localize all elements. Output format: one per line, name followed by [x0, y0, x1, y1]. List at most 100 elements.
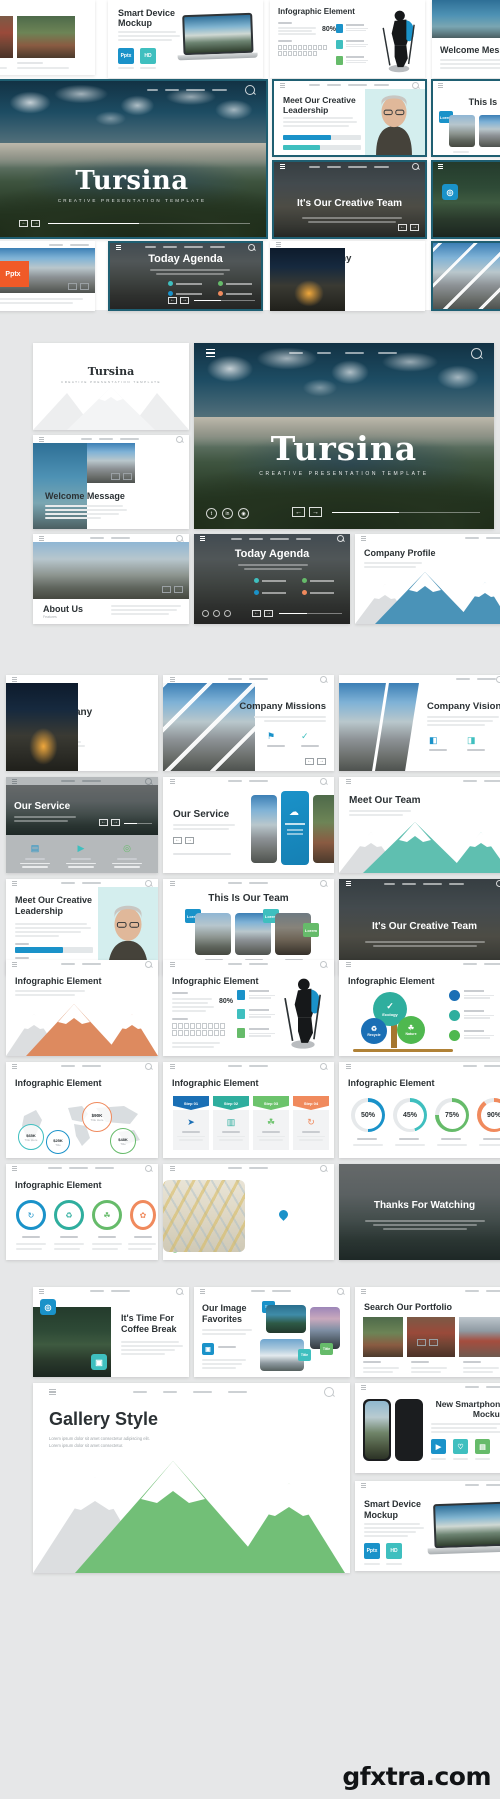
nav-links[interactable] [464, 537, 500, 539]
search-icon[interactable] [496, 675, 500, 683]
nav-links[interactable] [227, 882, 268, 884]
search-icon[interactable] [320, 879, 328, 887]
hamburger-icon[interactable] [361, 1384, 367, 1390]
search-icon[interactable] [320, 1062, 328, 1070]
nav-links[interactable] [456, 678, 497, 680]
slide-this-is-our-team-top[interactable]: This Is Our Team Lorem [431, 79, 500, 157]
nav-links[interactable] [61, 963, 101, 965]
slide-arrows[interactable]: ←→ [98, 756, 119, 763]
slide-about-company[interactable]: About Company f◉✦in ←→ [6, 675, 158, 771]
slide-welcome-top[interactable]: Welcome Message [432, 0, 500, 78]
hamburger-icon[interactable] [169, 880, 175, 886]
social-icons[interactable]: t in ◉ [206, 508, 249, 519]
progress-bar[interactable] [124, 823, 152, 824]
slide-arrows[interactable]: ←→ [398, 299, 419, 306]
slide-about-us[interactable]: ← → About Us Features [33, 534, 189, 624]
search-icon[interactable] [496, 880, 500, 887]
slide-welcome-message[interactable]: ← → Welcome Message [33, 435, 189, 529]
hamburger-icon[interactable] [39, 436, 45, 442]
slide-arrows[interactable]: ←→ [68, 283, 89, 290]
hamburger-icon[interactable] [169, 961, 175, 967]
progress-bar[interactable] [194, 300, 255, 301]
slide-info-circles[interactable]: Infographic Element ↻ ♻ ☘ ✿ [6, 1164, 158, 1260]
hamburger-icon[interactable] [345, 881, 351, 886]
nav-links[interactable] [308, 165, 389, 168]
slide-arrows[interactable]: ←→ [111, 473, 132, 480]
slide-arrows[interactable]: ←→ [417, 1339, 438, 1346]
hamburger-icon[interactable] [345, 961, 351, 967]
slide-arrows[interactable]: ←→ [252, 610, 273, 617]
hamburger-icon[interactable] [361, 535, 367, 541]
nav-links[interactable] [61, 882, 101, 884]
search-icon[interactable] [324, 1387, 335, 1397]
hamburger-icon[interactable] [169, 676, 175, 682]
slide-company-missions[interactable]: Company Missions ⚑ ✓ ← → [163, 675, 334, 771]
hamburger-icon[interactable] [39, 1288, 45, 1294]
search-icon[interactable] [320, 1164, 328, 1172]
search-icon[interactable] [336, 1287, 344, 1295]
slide-coffee-break[interactable]: ◎ ▣ It's Time For Coffee Break [33, 1287, 189, 1377]
hamburger-icon[interactable] [39, 535, 45, 541]
slide-gallery-style[interactable]: Gallery Style Lorem ipsum dolor sit amet… [33, 1383, 350, 1573]
hamburger-icon[interactable] [276, 242, 282, 247]
search-icon[interactable] [336, 535, 344, 542]
nav-links[interactable] [227, 1167, 268, 1169]
nav-links[interactable] [49, 243, 89, 246]
nav-links[interactable] [463, 963, 500, 965]
progress-bar[interactable] [279, 613, 342, 614]
hamburger-icon[interactable] [345, 778, 351, 784]
hamburger-icon[interactable] [345, 1063, 351, 1069]
slide-arrows[interactable]: ←→ [162, 586, 183, 593]
hamburger-icon[interactable] [280, 164, 286, 169]
nav-links[interactable] [61, 1065, 101, 1067]
slide-lake-top[interactable]: ◎ ▣ [431, 160, 500, 239]
nav-links[interactable] [251, 1290, 291, 1292]
nav-links[interactable] [227, 963, 268, 965]
hamburger-icon[interactable] [437, 82, 443, 88]
hamburger-icon[interactable] [361, 1288, 367, 1294]
slide-arrows[interactable]: ←→ [99, 819, 120, 826]
slide-company-profile[interactable]: Company Profile [355, 534, 500, 624]
slide-company-vision[interactable]: Company Vision ◧ ◨ [339, 675, 500, 771]
search-icon[interactable] [144, 1164, 152, 1172]
slide-search-portfolio[interactable]: Search Our Portfolio ← → [355, 1287, 500, 1377]
nav-links[interactable] [48, 1167, 114, 1169]
hamburger-icon[interactable] [12, 961, 18, 967]
slide-info-steps[interactable]: Infographic Element Step 01 ➤ Step 02 ▥ [163, 1062, 334, 1158]
slide-info-map[interactable]: Infographic Element $65K Title Here $90K T… [6, 1062, 158, 1158]
search-icon[interactable] [175, 534, 183, 542]
slide-smart-device-top[interactable]: Smart Device Mockup Pptx HD [108, 0, 263, 78]
nav-links[interactable] [227, 678, 268, 680]
slide-info-hiker[interactable]: Infographic Element 80% [163, 960, 334, 1056]
hamburger-icon[interactable] [12, 1165, 18, 1171]
search-icon[interactable] [144, 1062, 152, 1070]
hamburger-icon[interactable] [206, 348, 215, 358]
nav-links[interactable] [464, 1484, 500, 1486]
search-icon[interactable] [144, 879, 152, 887]
hamburger-icon[interactable] [48, 1388, 56, 1396]
nav-links[interactable] [227, 780, 268, 782]
slide-hero-big[interactable]: Tursina Creative Presentation Template t… [194, 343, 494, 529]
social-icons[interactable] [202, 610, 231, 617]
slide-arrows[interactable]: ←→ [398, 224, 419, 231]
hamburger-icon[interactable] [169, 778, 175, 784]
slide-arrows[interactable]: ←→ [168, 297, 189, 304]
slide-arrows[interactable]: ←→ [19, 220, 41, 227]
nav-links[interactable] [227, 1065, 268, 1067]
slide-today-agenda[interactable]: Today Agenda ← → [194, 534, 350, 624]
slide-arrows[interactable]: ←→ [305, 758, 326, 765]
slide-today-agenda-top[interactable]: Today Agenda ← → [108, 241, 263, 311]
slide-our-service-dark[interactable]: Our Service ← → ▤ ▶ ◎ [6, 777, 158, 873]
hamburger-icon[interactable] [200, 1288, 206, 1294]
nav-links[interactable] [133, 1391, 247, 1393]
progress-bar[interactable] [332, 511, 480, 513]
search-icon[interactable] [144, 960, 152, 968]
nav-links[interactable] [92, 686, 151, 688]
slide-thanks[interactable]: Thanks For Watching [339, 1164, 500, 1260]
nav-links[interactable] [464, 1386, 500, 1388]
search-icon[interactable] [411, 163, 419, 170]
search-icon[interactable] [175, 435, 183, 443]
progress-bar[interactable] [48, 223, 250, 224]
search-icon[interactable] [175, 1287, 183, 1295]
slide-portfolio-top[interactable]: Portfolio [0, 0, 95, 75]
